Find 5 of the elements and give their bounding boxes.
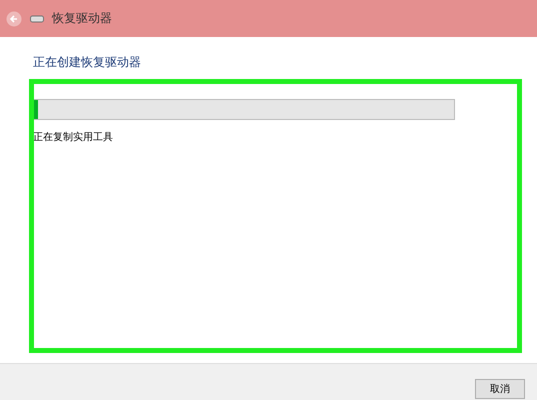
drive-icon [30,14,44,22]
cancel-button[interactable]: 取消 [475,379,525,399]
status-text: 正在复制实用工具 [33,130,114,144]
window-title: 恢复驱动器 [52,10,112,27]
page-heading: 正在创建恢复驱动器 [33,54,142,71]
